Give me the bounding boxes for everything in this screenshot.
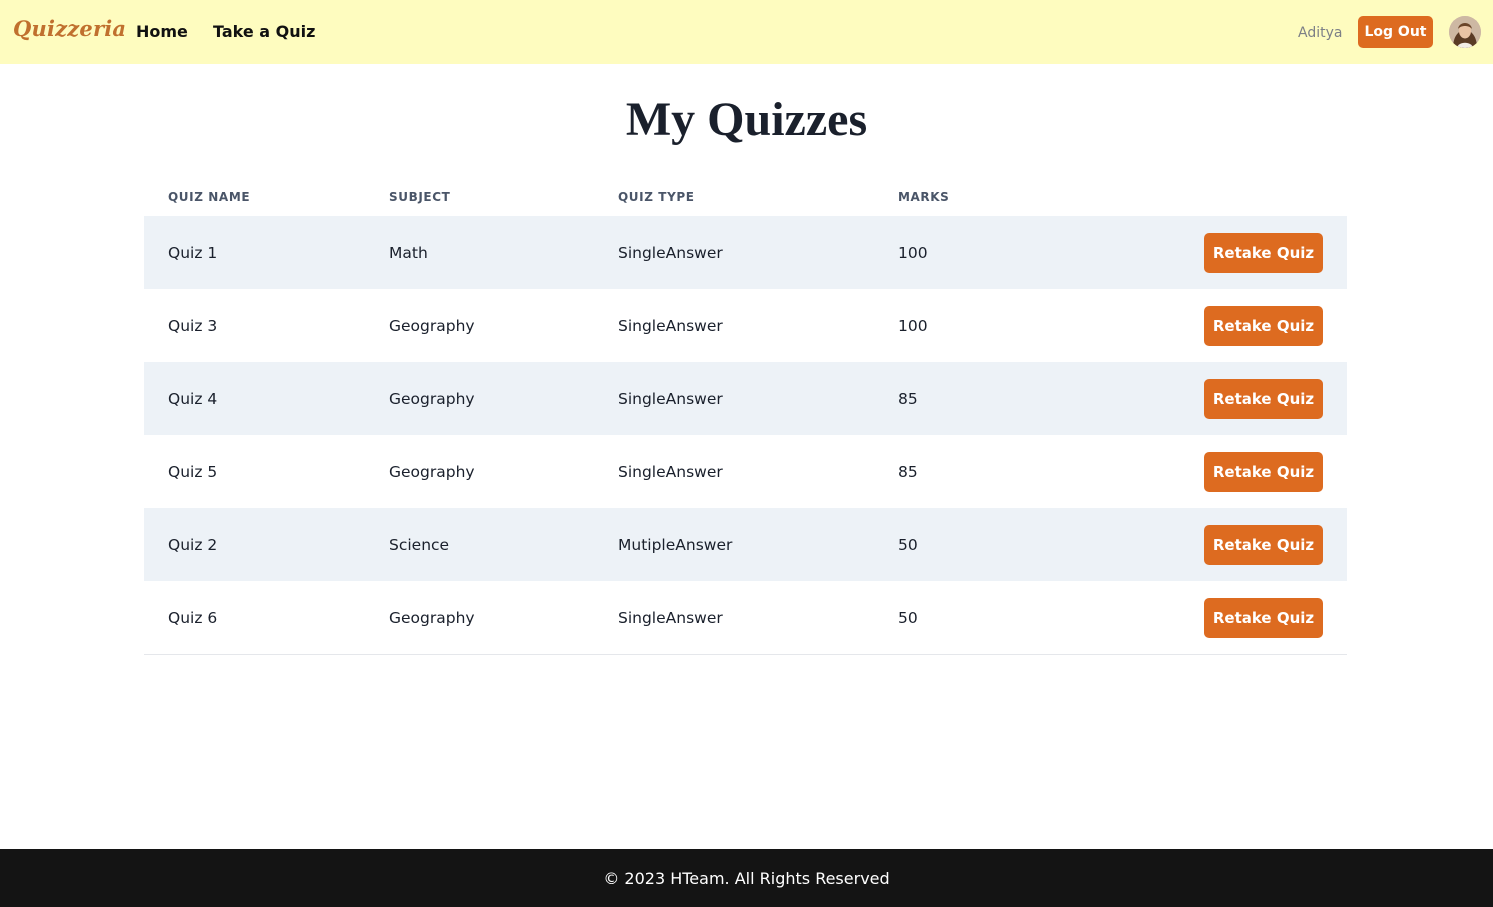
- retake-quiz-button[interactable]: Retake Quiz: [1204, 306, 1323, 346]
- quiz-name-cell: Quiz 6: [168, 609, 218, 627]
- retake-quiz-button[interactable]: Retake Quiz: [1204, 233, 1323, 273]
- table-row: Quiz 2 Science MutipleAnswer 50 Retake Q…: [144, 508, 1347, 581]
- table-row: Quiz 5 Geography SingleAnswer 85 Retake …: [144, 435, 1347, 508]
- table-row: Quiz 3 Geography SingleAnswer 100 Retake…: [144, 289, 1347, 362]
- user-avatar[interactable]: [1449, 16, 1481, 48]
- nav-link-home[interactable]: Home: [136, 22, 188, 41]
- table-header: QUIZ NAME SUBJECT QUIZ TYPE MARKS: [144, 180, 1347, 216]
- subject-cell: Geography: [389, 390, 475, 408]
- page-title: My Quizzes: [625, 93, 868, 146]
- username-label: Aditya: [1298, 25, 1343, 41]
- quiz-type-cell: MutipleAnswer: [618, 536, 733, 554]
- column-header-subject: SUBJECT: [389, 190, 451, 204]
- nav-link-take-a-quiz[interactable]: Take a Quiz: [213, 22, 315, 41]
- subject-cell: Geography: [389, 609, 475, 627]
- table-row: Quiz 1 Math SingleAnswer 100 Retake Quiz: [144, 216, 1347, 289]
- quiz-type-cell: SingleAnswer: [618, 244, 723, 262]
- retake-quiz-button[interactable]: Retake Quiz: [1204, 452, 1323, 492]
- quiz-name-cell: Quiz 5: [168, 463, 218, 481]
- retake-quiz-button[interactable]: Retake Quiz: [1204, 598, 1323, 638]
- subject-cell: Science: [389, 536, 450, 554]
- table-row: Quiz 4 Geography SingleAnswer 85 Retake …: [144, 362, 1347, 435]
- brand-logo[interactable]: Quizzeria: [13, 16, 126, 41]
- table-row: Quiz 6 Geography SingleAnswer 50 Retake …: [144, 581, 1347, 655]
- marks-cell: 85: [898, 463, 918, 481]
- avatar-icon: [1449, 16, 1481, 48]
- quiz-type-cell: SingleAnswer: [618, 390, 723, 408]
- quiz-name-cell: Quiz 1: [168, 244, 218, 262]
- column-header-marks: MARKS: [898, 190, 950, 204]
- marks-cell: 100: [898, 244, 928, 262]
- quiz-name-cell: Quiz 4: [168, 390, 218, 408]
- top-navbar: Quizzeria Home Take a Quiz Aditya Log Ou…: [0, 0, 1493, 64]
- subject-cell: Math: [389, 244, 428, 262]
- quiz-type-cell: SingleAnswer: [618, 609, 723, 627]
- marks-cell: 50: [898, 609, 918, 627]
- column-header-quiz-type: QUIZ TYPE: [618, 190, 695, 204]
- quiz-name-cell: Quiz 2: [168, 536, 218, 554]
- marks-cell: 85: [898, 390, 918, 408]
- logout-button[interactable]: Log Out: [1358, 16, 1433, 48]
- quiz-type-cell: SingleAnswer: [618, 463, 723, 481]
- retake-quiz-button[interactable]: Retake Quiz: [1204, 525, 1323, 565]
- marks-cell: 50: [898, 536, 918, 554]
- quizzes-table: QUIZ NAME SUBJECT QUIZ TYPE MARKS Quiz 1…: [144, 180, 1347, 655]
- column-header-quiz-name: QUIZ NAME: [168, 190, 251, 204]
- marks-cell: 100: [898, 317, 928, 335]
- retake-quiz-button[interactable]: Retake Quiz: [1204, 379, 1323, 419]
- subject-cell: Geography: [389, 463, 475, 481]
- quiz-name-cell: Quiz 3: [168, 317, 218, 335]
- copyright-text: © 2023 HTeam. All Rights Reserved: [603, 868, 890, 888]
- page-footer: © 2023 HTeam. All Rights Reserved: [0, 849, 1493, 907]
- subject-cell: Geography: [389, 317, 475, 335]
- quiz-type-cell: SingleAnswer: [618, 317, 723, 335]
